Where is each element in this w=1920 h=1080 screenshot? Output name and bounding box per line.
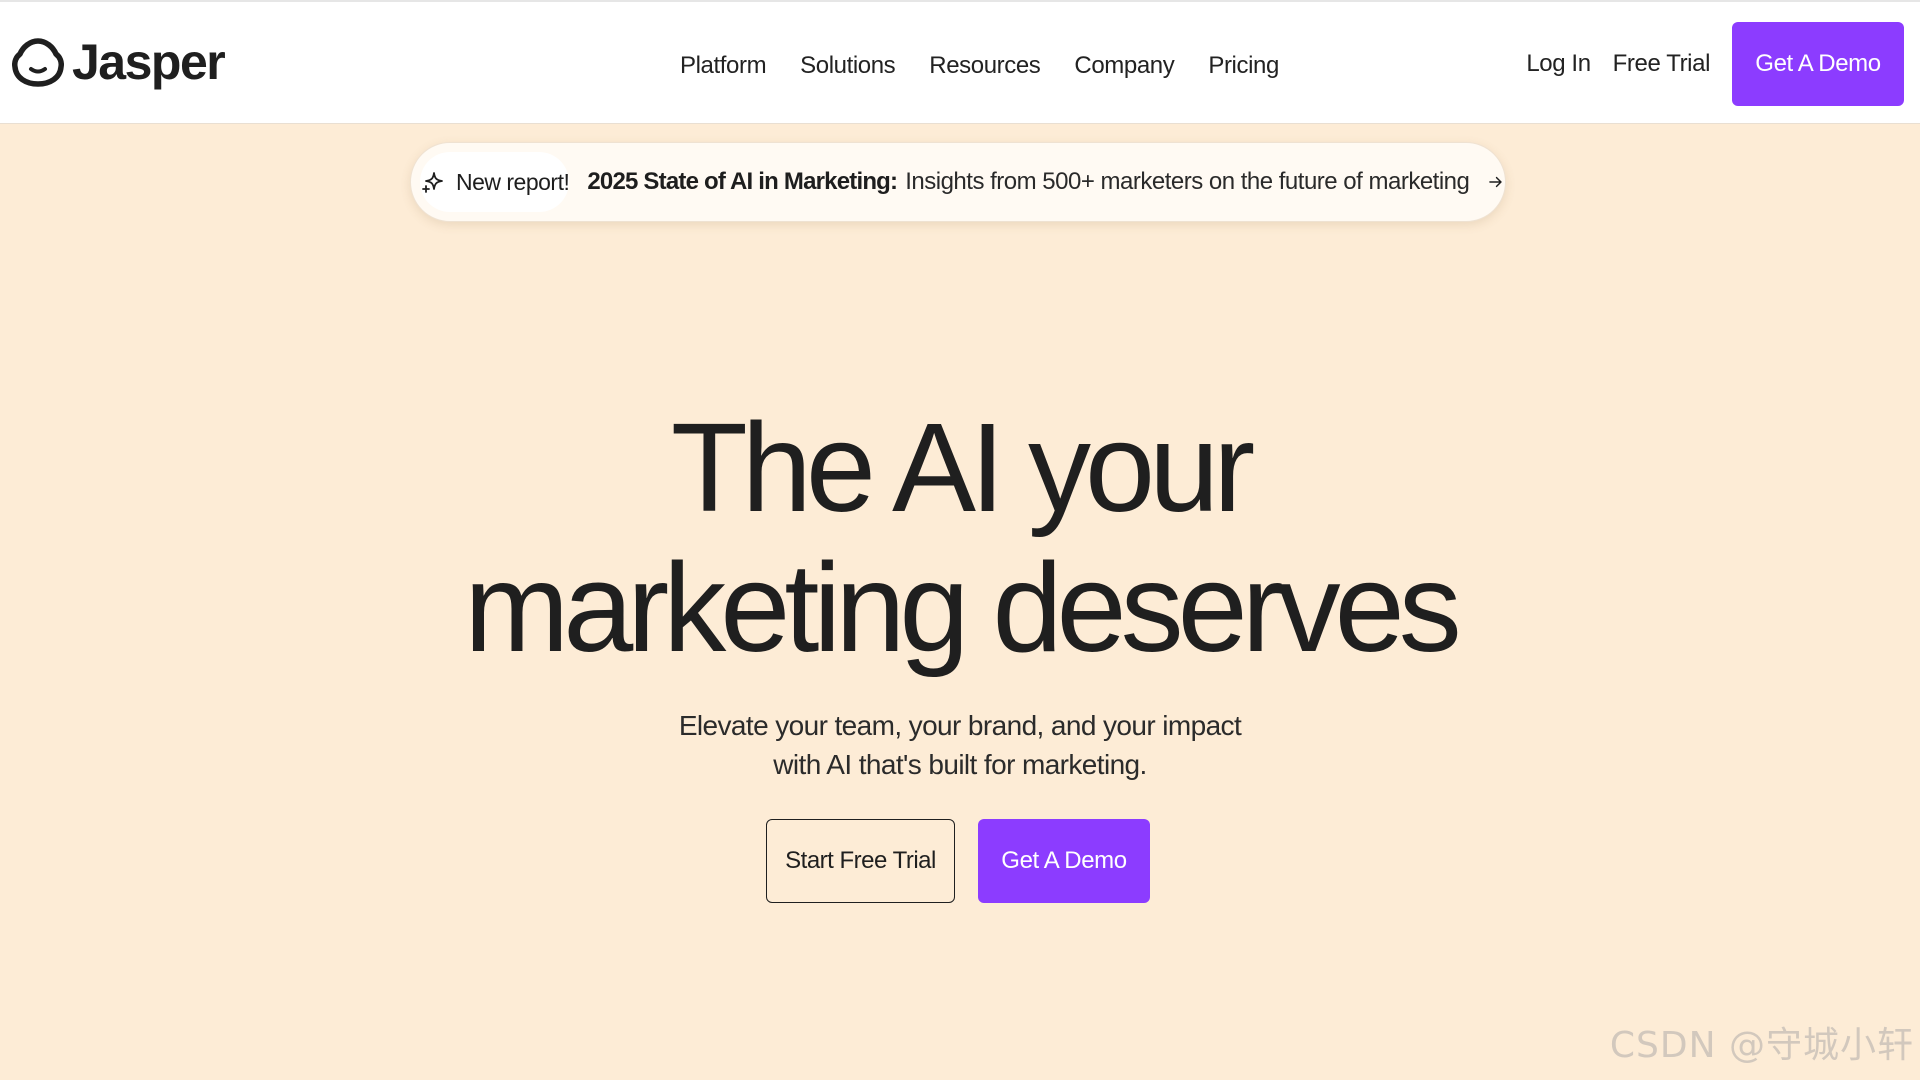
hero-title-line-2: marketing deserves (464, 537, 1462, 678)
sparkle-icon (422, 172, 443, 193)
nav-item-resources[interactable]: Resources (929, 52, 1041, 80)
report-banner[interactable]: New report! 2025 State of AI in Marketin… (410, 142, 1506, 222)
banner-description: Insights from 500+ marketers on the futu… (905, 168, 1470, 195)
start-free-trial-button[interactable]: Start Free Trial (766, 819, 955, 903)
hero-title: The AI your marketing deserves (0, 398, 1920, 678)
site-header: Jasper Platform Solutions Resources Comp… (0, 0, 1920, 124)
nav-item-pricing[interactable]: Pricing (1208, 52, 1279, 80)
hero-subtitle-line-2: with AI that's built for marketing. (773, 749, 1147, 780)
hero-cta-row: Start Free Trial Get A Demo (766, 819, 1150, 903)
jasper-face-icon (12, 38, 64, 87)
nav-item-company[interactable]: Company (1074, 52, 1174, 80)
login-link[interactable]: Log In (1526, 50, 1591, 78)
free-trial-link[interactable]: Free Trial (1613, 50, 1711, 78)
logo[interactable]: Jasper (12, 34, 226, 90)
hero-title-line-1: The AI your (670, 397, 1255, 538)
arrow-right-icon (1489, 176, 1503, 188)
nav-item-platform[interactable]: Platform (680, 52, 767, 80)
watermark: CSDN @守城小轩 (1609, 1025, 1914, 1066)
main-nav: Platform Solutions Resources Company Pri… (680, 46, 1279, 86)
header-actions: Log In Free Trial Get A Demo (1526, 22, 1904, 106)
banner-title: 2025 State of AI in Marketing: (587, 168, 898, 195)
nav-item-solutions[interactable]: Solutions (800, 52, 896, 80)
header-get-demo-button[interactable]: Get A Demo (1732, 22, 1904, 106)
hero-subtitle-line-1: Elevate your team, your brand, and your … (678, 710, 1242, 741)
new-report-label: New report! (456, 168, 570, 195)
hero-subtitle: Elevate your team, your brand, and your … (0, 706, 1920, 784)
new-report-badge: New report! (420, 152, 570, 212)
brand-name: Jasper (72, 34, 226, 90)
hero-get-demo-button[interactable]: Get A Demo (978, 819, 1150, 903)
page: Jasper Platform Solutions Resources Comp… (0, 0, 1920, 1080)
